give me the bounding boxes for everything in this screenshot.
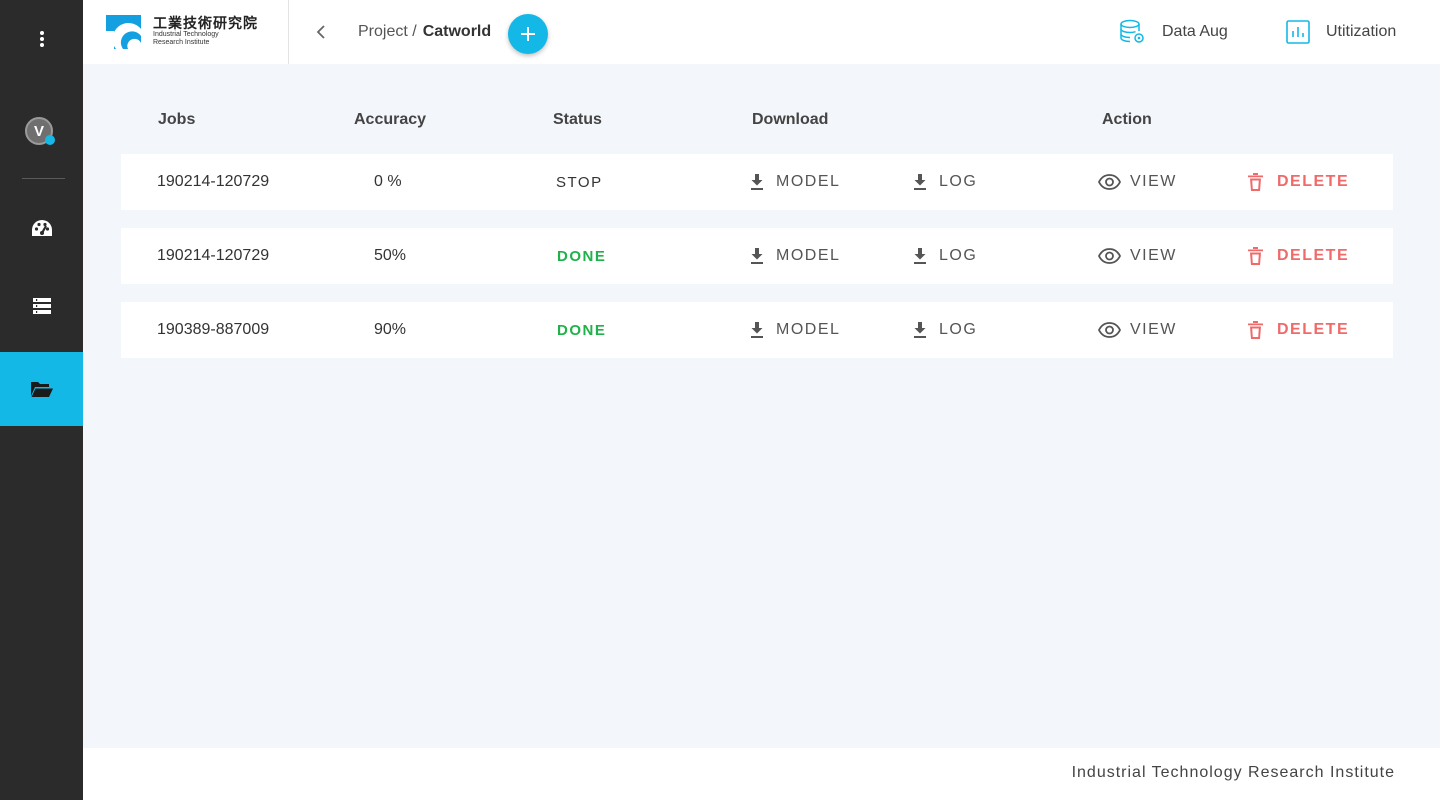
table-row: 190214-120729 0 % STOP MODEL LOG VIEW DE… — [121, 154, 1393, 210]
plus-icon — [521, 27, 535, 41]
accuracy-value: 90% — [374, 321, 407, 338]
back-button[interactable] — [309, 20, 333, 44]
logo-chinese-name: 工業技術研究院 — [153, 15, 258, 31]
sidebar-divider — [22, 178, 65, 179]
download-icon — [751, 248, 763, 264]
itri-logo[interactable]: 工業技術研究院 Industrial Technology Research I… — [106, 15, 258, 49]
download-model-label: MODEL — [776, 173, 841, 190]
accuracy-value: 0 % — [374, 173, 402, 190]
download-model-label: MODEL — [776, 247, 841, 264]
logo-english-line1: Industrial Technology — [153, 31, 219, 38]
status-badge: DONE — [557, 321, 607, 339]
data-aug-label: Data Aug — [1162, 23, 1228, 40]
delete-button[interactable]: DELETE — [1248, 228, 1349, 284]
delete-button[interactable]: DELETE — [1248, 302, 1349, 358]
download-log-button[interactable]: LOG — [913, 154, 977, 210]
delete-label: DELETE — [1277, 173, 1350, 190]
add-job-button[interactable] — [508, 14, 548, 54]
trash-icon — [1248, 247, 1263, 265]
utilization-label: Utitization — [1326, 23, 1397, 40]
download-icon — [914, 248, 926, 264]
col-header-status: Status — [553, 111, 602, 128]
status-badge: STOP — [556, 173, 603, 191]
eye-icon — [1098, 322, 1121, 338]
view-button[interactable]: VIEW — [1098, 228, 1177, 284]
utilization-link[interactable]: Utitization — [1286, 18, 1396, 46]
itri-logo-mark — [106, 15, 141, 49]
data-aug-link[interactable]: Data Aug — [1120, 18, 1228, 46]
view-label: VIEW — [1130, 321, 1177, 338]
footer: Industrial Technology Research Institute — [83, 748, 1440, 800]
breadcrumb: Project / Catworld — [358, 23, 491, 41]
download-icon — [914, 174, 926, 190]
chevron-left-icon — [316, 25, 325, 39]
download-log-button[interactable]: LOG — [913, 302, 977, 358]
download-log-label: LOG — [939, 247, 978, 264]
delete-label: DELETE — [1277, 321, 1350, 338]
job-id: 190214-120729 — [157, 173, 270, 190]
delete-label: DELETE — [1277, 247, 1350, 264]
footer-text: Industrial Technology Research Institute — [1071, 764, 1395, 781]
status-badge: DONE — [557, 247, 607, 265]
view-button[interactable]: VIEW — [1098, 302, 1177, 358]
job-id: 190389-887009 — [157, 321, 270, 338]
download-log-label: LOG — [939, 321, 978, 338]
download-model-button[interactable]: MODEL — [750, 154, 840, 210]
top-header: 工業技術研究院 Industrial Technology Research I… — [83, 0, 1440, 64]
col-header-accuracy: Accuracy — [354, 111, 427, 128]
avatar[interactable]: V — [25, 117, 55, 145]
col-header-action: Action — [1102, 111, 1152, 128]
download-model-label: MODEL — [776, 321, 841, 338]
view-label: VIEW — [1130, 247, 1177, 264]
online-status-dot — [45, 135, 55, 145]
avatar-initial: V — [33, 122, 44, 140]
job-id: 190214-120729 — [157, 247, 270, 264]
list-icon — [32, 298, 51, 314]
sidebar-item-list[interactable] — [0, 281, 83, 331]
breadcrumb-current: Catworld — [422, 23, 492, 40]
delete-button[interactable]: DELETE — [1248, 154, 1349, 210]
download-icon — [751, 174, 763, 190]
col-header-jobs: Jobs — [158, 111, 196, 128]
dashboard-icon — [31, 220, 52, 236]
col-header-download: Download — [752, 111, 829, 128]
eye-icon — [1098, 248, 1121, 264]
trash-icon — [1248, 173, 1263, 191]
more-vertical-icon — [39, 31, 44, 47]
folder-open-icon — [30, 382, 53, 397]
bar-chart-icon — [1286, 20, 1310, 44]
sidebar-item-dashboard[interactable] — [0, 203, 83, 253]
download-icon — [914, 322, 926, 338]
view-label: VIEW — [1130, 173, 1177, 190]
download-model-button[interactable]: MODEL — [750, 302, 840, 358]
logo-english-line2: Research Institute — [153, 39, 210, 46]
header-divider — [288, 0, 289, 64]
download-model-button[interactable]: MODEL — [750, 228, 840, 284]
sidebar-item-projects[interactable] — [0, 352, 83, 426]
view-button[interactable]: VIEW — [1098, 154, 1177, 210]
table-row: 190214-120729 50% DONE MODEL LOG VIEW DE… — [121, 228, 1393, 284]
sidebar: V — [0, 0, 83, 800]
download-icon — [751, 322, 763, 338]
accuracy-value: 50% — [374, 247, 407, 264]
breadcrumb-parent[interactable]: Project / — [358, 23, 417, 41]
more-menu-button[interactable] — [0, 14, 83, 64]
eye-icon — [1098, 174, 1121, 190]
table-row: 190389-887009 90% DONE MODEL LOG VIEW DE… — [121, 302, 1393, 358]
download-log-label: LOG — [939, 173, 978, 190]
database-gear-icon — [1120, 19, 1144, 43]
download-log-button[interactable]: LOG — [913, 228, 977, 284]
trash-icon — [1248, 321, 1263, 339]
